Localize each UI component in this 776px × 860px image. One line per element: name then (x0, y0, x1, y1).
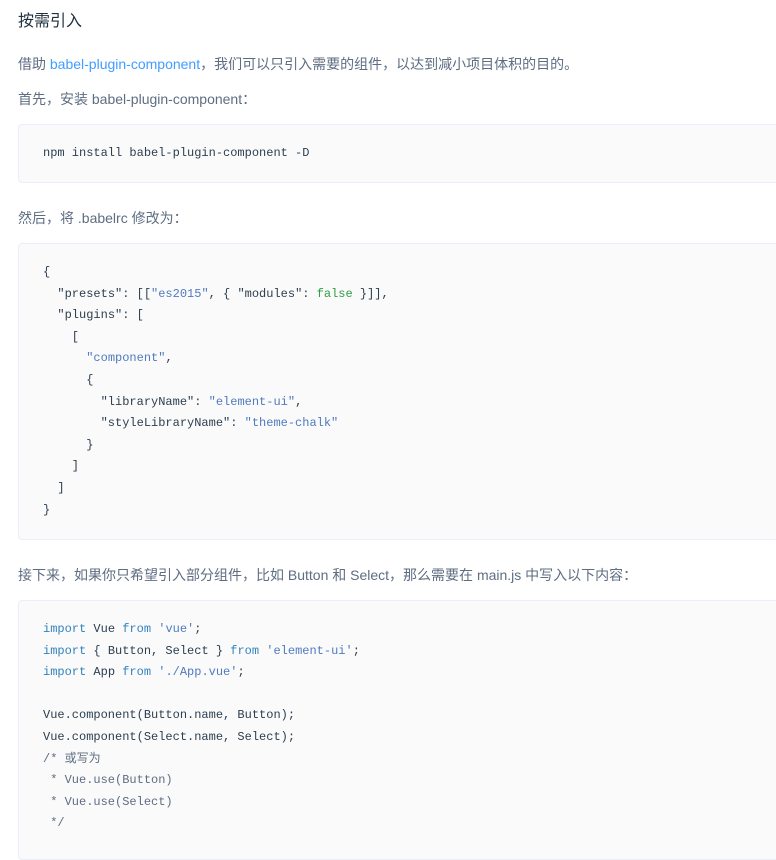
code-token: from (122, 665, 152, 680)
code-token: ] (43, 480, 65, 495)
code-token: }]], (352, 286, 389, 301)
code-token: import (43, 622, 87, 636)
step-babelrc-text: 然后，将 .babelrc 修改为： (18, 210, 188, 226)
code-token: App (86, 665, 123, 680)
code-line: Vue.component(Select.name, Select); (43, 727, 776, 749)
code-token: { (43, 265, 51, 279)
code-line: "component", (43, 348, 776, 370)
code-line: { (43, 370, 776, 392)
code-token: import (43, 643, 87, 658)
code-token: : (302, 286, 317, 301)
mainjs-code-block: import Vue from 'vue'; import { Button, S… (18, 600, 776, 860)
intro-text-before: 借助 (18, 56, 50, 72)
code-token: ; (352, 643, 360, 658)
install-code-block: npm install babel-plugin-component -D (18, 124, 776, 183)
code-token: "es2015" (151, 286, 209, 301)
babelrc-code: { "presets": [["es2015", { "modules": fa… (19, 244, 776, 521)
code-token: "libraryName" (100, 394, 195, 409)
code-token: "modules" (237, 286, 303, 301)
step-mainjs-text: 接下来，如果你只希望引入部分组件，比如 Button 和 Select，那么需要… (18, 567, 638, 583)
code-token: : (194, 394, 209, 409)
step-install-text: 首先，安装 babel-plugin-component： (18, 91, 257, 107)
code-line: ] (43, 456, 776, 478)
code-token: , { (208, 286, 238, 301)
code-token: : (230, 416, 245, 431)
section-heading: 按需引入 (18, 13, 83, 30)
code-line: } (43, 500, 776, 522)
intro-paragraph: 借助 babel-plugin-component，我们可以只引入需要的组件，以… (18, 53, 578, 75)
code-token: ] (43, 459, 80, 474)
code-line: import { Button, Select } from 'element-… (43, 641, 776, 663)
code-token: , (295, 394, 303, 409)
code-line: import App from './App.vue'; (43, 662, 776, 684)
mainjs-code: import Vue from 'vue'; import { Button, S… (19, 601, 776, 835)
code-token: './App.vue' (158, 665, 238, 680)
code-token: : [[ (122, 286, 152, 301)
code-line: import Vue from 'vue'; (43, 619, 776, 641)
code-token: : [ (122, 308, 144, 323)
code-token: */ (43, 816, 65, 831)
babelrc-code-block: { "presets": [["es2015", { "modules": fa… (18, 243, 776, 540)
code-line: "styleLibraryName": "theme-chalk" (43, 413, 776, 435)
code-token: Vue.component(Select.name, Select); (43, 729, 296, 744)
code-line: npm install babel-plugin-component -D (43, 146, 310, 160)
code-line: } (43, 435, 776, 457)
code-token: } (43, 437, 94, 452)
code-token: "element-ui" (208, 394, 296, 409)
code-token: } (43, 502, 51, 517)
code-token: 'vue' (158, 622, 195, 636)
code-token: from (122, 622, 152, 636)
intro-text-after: ，我们可以只引入需要的组件，以达到减小项目体积的目的。 (200, 56, 579, 72)
code-token: Vue.component(Button.name, Button); (43, 708, 296, 723)
code-token: from (230, 643, 260, 658)
code-line: "plugins": [ (43, 305, 776, 327)
code-line: [ (43, 327, 776, 349)
code-token: import (43, 665, 87, 680)
code-line: "presets": [["es2015", { "modules": fals… (43, 284, 776, 306)
code-token: /* 或写为 (43, 751, 101, 766)
code-token: ; (194, 622, 202, 636)
code-token: * Vue.use(Select) (43, 794, 173, 809)
code-line: Vue.component(Button.name, Button); (43, 705, 776, 727)
code-token: false (316, 286, 353, 301)
docs-page: 按需引入 借助 babel-plugin-component，我们可以只引入需要… (0, 0, 776, 860)
code-token: "theme-chalk" (244, 416, 339, 431)
code-token: "styleLibraryName" (100, 416, 231, 431)
code-token: { Button, Select } (86, 643, 231, 658)
babel-plugin-component-link[interactable]: babel-plugin-component (50, 56, 200, 72)
code-token: "component" (86, 351, 166, 366)
code-line: * Vue.use(Select) (43, 792, 776, 814)
code-token: { (43, 372, 94, 387)
code-token: ; (237, 665, 245, 680)
code-line: * Vue.use(Button) (43, 770, 776, 792)
code-token: "plugins" (57, 308, 123, 323)
code-line: */ (43, 813, 776, 835)
code-line: "libraryName": "element-ui", (43, 392, 776, 414)
code-token: "presets" (57, 286, 123, 301)
code-token: Vue (86, 622, 123, 636)
code-line: ] (43, 478, 776, 500)
code-token: * Vue.use(Button) (43, 773, 173, 788)
code-token: , (165, 351, 173, 366)
code-line: /* 或写为 (43, 749, 776, 771)
code-token: 'element-ui' (266, 643, 353, 658)
code-line: { (43, 262, 776, 284)
code-token: [ (43, 329, 80, 344)
